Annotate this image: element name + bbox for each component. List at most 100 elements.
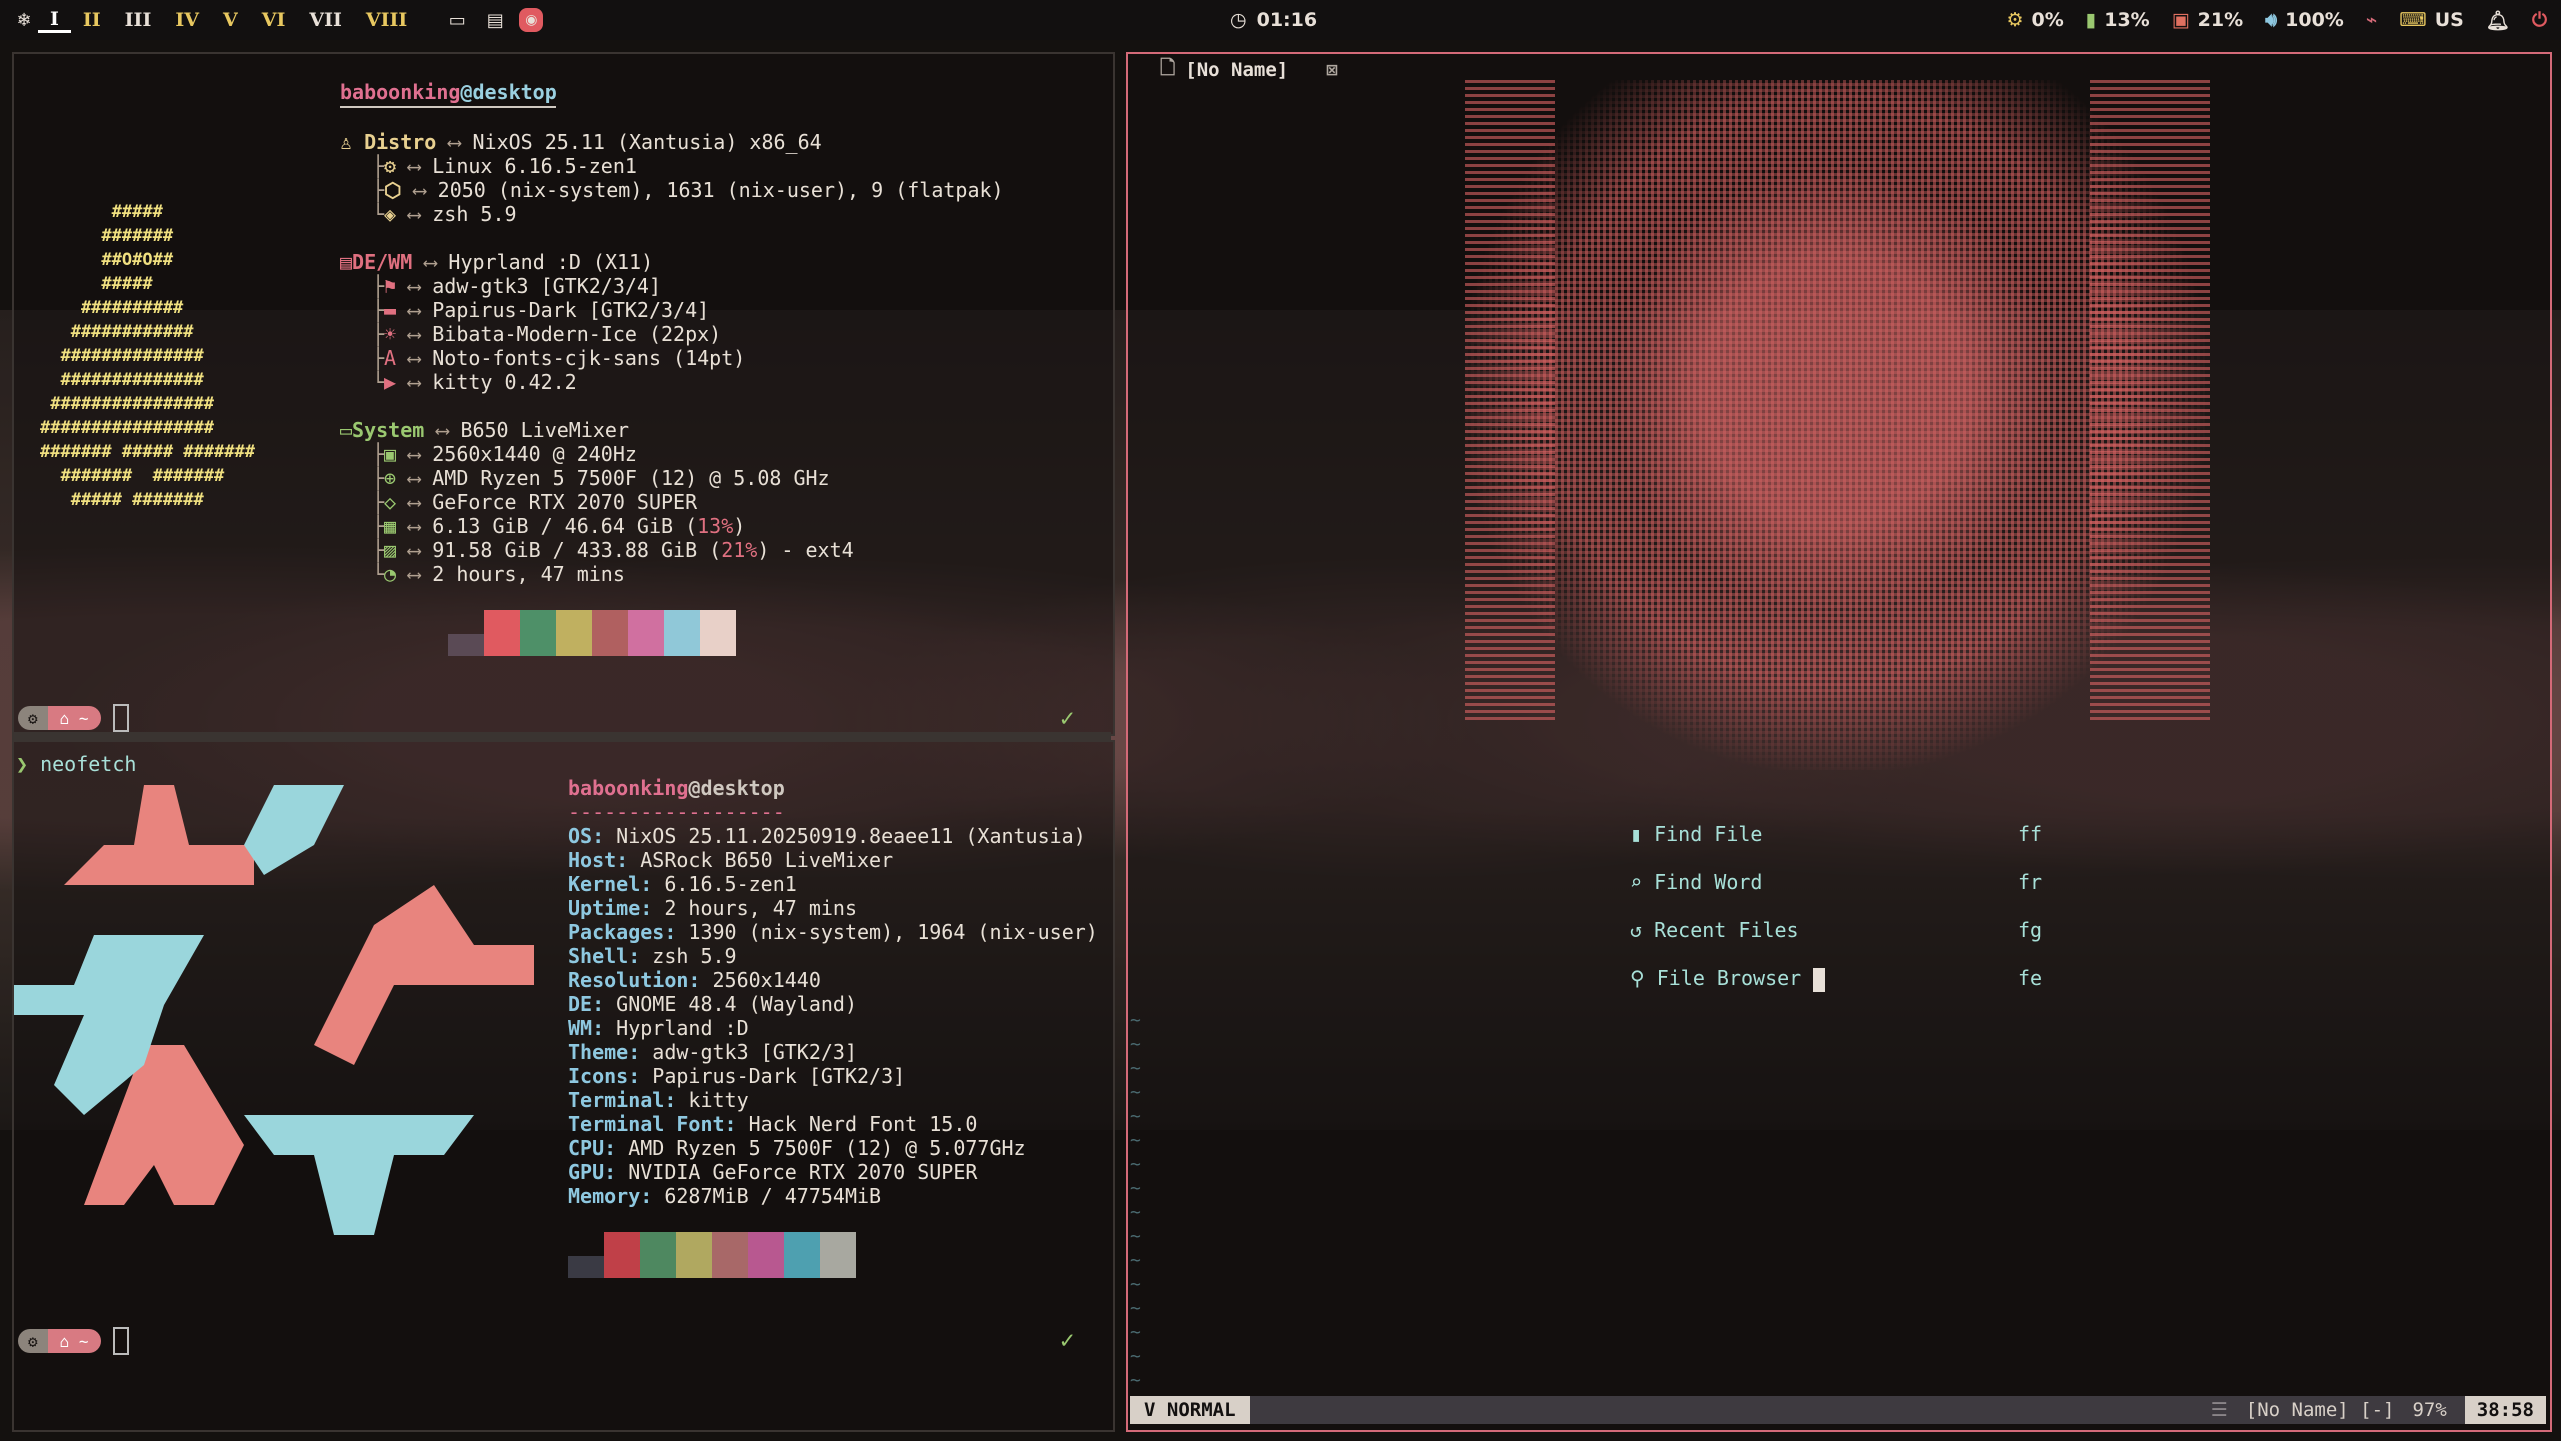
clock[interactable]: ◷ 01:16 <box>1230 0 1317 40</box>
command-line: ❯ neofetch <box>16 752 136 776</box>
workspace-5[interactable]: V <box>211 9 250 31</box>
home-path: ~ <box>78 708 89 728</box>
battery2-stat[interactable]: ▣ 21% <box>2172 9 2243 31</box>
nixos-menu-icon[interactable]: ❄ <box>10 6 38 34</box>
terminal-row: └▶ ⟷ kitty 0.42.2 <box>372 370 577 394</box>
display-icon: ▣ <box>384 442 397 466</box>
volume-icon: 🔊︎ <box>2265 9 2278 31</box>
arrow: ⟷ <box>408 274 421 298</box>
dashboard-item[interactable]: ▮ Find File <box>1630 822 1762 846</box>
disk-suffix: ) - ext4 <box>757 538 854 562</box>
dewm-label: DE/WM <box>352 250 413 274</box>
terminal-icon[interactable]: ▤ <box>481 6 509 34</box>
battery1-stat[interactable]: ▮ 13% <box>2086 9 2150 31</box>
dashboard-shortcut: ff <box>2018 822 2043 846</box>
dashboard-label: Recent Files <box>1654 918 1799 942</box>
uptime-value: 2 hours, 47 mins <box>432 562 625 586</box>
arrow: ⟷ <box>408 298 421 322</box>
workspace-3[interactable]: III <box>113 9 164 31</box>
color-swatch <box>520 610 556 656</box>
color-swatch <box>628 610 664 656</box>
nvim-tab[interactable]: 🗋︎ [No Name] ⊠ <box>1160 54 1338 86</box>
dashboard-item[interactable]: ⚲ File Browser <box>1630 966 1801 990</box>
workspace-4[interactable]: IV <box>163 9 211 31</box>
empty-line-tilde: ~ <box>1130 1082 1141 1103</box>
file-icon: 🗋︎ <box>1160 57 1176 79</box>
hostname: @desktop <box>460 80 557 104</box>
keyboard-icon: ⌨ <box>2399 9 2427 31</box>
empty-line-tilde: ~ <box>1130 1298 1141 1319</box>
workspace-2[interactable]: II <box>71 9 113 31</box>
workspace-6[interactable]: VI <box>250 9 298 31</box>
empty-line-tilde: ~ <box>1130 1058 1141 1079</box>
neofetch-row: DE: GNOME 48.4 (Wayland) <box>568 992 857 1016</box>
neofetch-row: Icons: Papirus-Dark [GTK2/3] <box>568 1064 905 1088</box>
display-value: 2560x1440 @ 240Hz <box>432 442 637 466</box>
brush-icon: ⚑ <box>384 274 397 298</box>
success-check-icon: ✓ <box>1060 1326 1075 1354</box>
arrow: ⟷ <box>408 154 421 178</box>
neofetch-row: Shell: zsh 5.9 <box>568 944 737 968</box>
empty-line-tilde: ~ <box>1130 1106 1141 1127</box>
close-tab-icon[interactable]: ⊠ <box>1326 59 1337 81</box>
app-icon[interactable]: ◉ <box>519 8 544 32</box>
neofetch-value: 6.16.5-zen1 <box>652 872 797 896</box>
workspace-1[interactable]: I <box>38 8 71 33</box>
cpu-stat[interactable]: ⚙ 0% <box>2006 9 2063 31</box>
empty-line-tilde: ~ <box>1130 1034 1141 1055</box>
dashboard-item[interactable]: ⌕ Find Word <box>1630 870 1762 894</box>
home-path: ~ <box>78 1331 89 1351</box>
terminal-cursor <box>112 704 129 732</box>
pointer-icon: ☀ <box>384 322 397 346</box>
arrow: ⟷ <box>424 250 437 274</box>
keyboard-layout: US <box>2434 9 2464 31</box>
nix-icon: ⚙ <box>18 706 48 730</box>
arrow: ⟷ <box>408 322 421 346</box>
neofetch-row: Terminal Font: Hack Nerd Font 15.0 <box>568 1112 977 1136</box>
neofetch-key: GPU: <box>568 1160 617 1184</box>
distro-value: NixOS 25.11 (Xantusia) x86_64 <box>472 130 822 154</box>
status-area: ⚙ 0% ▮ 13% ▣ 21% 🔊︎ 100% ⌁ ⌨ US 🔔︎ ⏻ <box>2006 0 2547 40</box>
gtk-theme-row: ├⚑ ⟷ adw-gtk3 [GTK2/3/4] <box>372 274 662 298</box>
power-icon[interactable]: ⏻ <box>2532 9 2547 31</box>
pane-divider[interactable] <box>12 732 1111 740</box>
shell-icon: ◈ <box>384 202 397 226</box>
color-swatch <box>640 1232 676 1278</box>
notification-icon[interactable]: 🔔︎ <box>2486 9 2510 32</box>
gpu-row: ├◇ ⟷ GeForce RTX 2070 SUPER <box>372 490 698 514</box>
neofetch-row: OS: NixOS 25.11.20250919.8eaee11 (Xantus… <box>568 824 1086 848</box>
neofetch-key: Shell: <box>568 944 641 968</box>
window-icon[interactable]: ▭ <box>443 6 471 34</box>
workspace-8[interactable]: VIII <box>354 9 419 31</box>
neofetch-row: Host: ASRock B650 LiveMixer <box>568 848 893 872</box>
distro-icon: ♙ <box>340 130 353 154</box>
battery1-value: 13% <box>2104 9 2150 31</box>
neofetch-value: Papirus-Dark [GTK2/3] <box>640 1064 906 1088</box>
volume-value: 100% <box>2285 9 2344 31</box>
neofetch-row: GPU: NVIDIA GeForce RTX 2070 SUPER <box>568 1160 977 1184</box>
color-swatch <box>820 1232 856 1278</box>
dashboard-item[interactable]: ↺ Recent Files <box>1630 918 1799 942</box>
neofetch-value: ASRock B650 LiveMixer <box>628 848 894 872</box>
font-icon: A <box>384 346 397 370</box>
keyboard-stat[interactable]: ⌨ US <box>2399 9 2464 31</box>
packages-row: ├⬡ ⟷ 2050 (nix-system), 1631 (nix-user),… <box>372 178 1004 202</box>
file-status: [No Name] [-] <box>2245 1399 2395 1421</box>
drive-icon: ▣ <box>2171 9 2190 31</box>
color-swatch <box>700 610 736 656</box>
workspace-7[interactable]: VII <box>297 9 354 31</box>
network-icon[interactable]: ⌁ <box>2366 9 2377 31</box>
neofetch-key: OS: <box>568 824 605 848</box>
home-icon: ⌂ <box>59 1331 70 1351</box>
neofetch-key: DE: <box>568 992 605 1016</box>
arrow: ⟷ <box>408 346 421 370</box>
neofetch-value: 6287MiB / 47754MiB <box>652 1184 882 1208</box>
neofetch-value: GNOME 48.4 (Wayland) <box>604 992 857 1016</box>
neofetch-row: Resolution: 2560x1440 <box>568 968 821 992</box>
neofetch-value: AMD Ryzen 5 7500F (12) @ 5.077GHz <box>616 1136 1026 1160</box>
color-swatch <box>784 1232 820 1278</box>
top-bar: ❄ I II III IV V VI VII VIII ▭ ▤ ◉ ◷ 01:1… <box>0 0 2561 40</box>
volume-stat[interactable]: 🔊︎ 100% <box>2265 9 2344 31</box>
neofetch-value: zsh 5.9 <box>640 944 737 968</box>
cursor-value: Bibata-Modern-Ice (22px) <box>432 322 722 346</box>
